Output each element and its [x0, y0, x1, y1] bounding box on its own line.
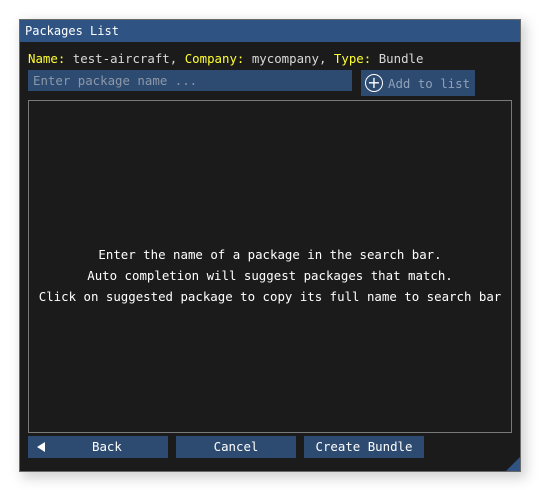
resize-grip[interactable]: [506, 457, 520, 471]
create-bundle-button[interactable]: Create Bundle: [304, 436, 424, 458]
type-value: Bundle: [378, 51, 424, 66]
package-search-input[interactable]: [28, 70, 352, 91]
add-to-list-label: Add to list: [388, 75, 471, 91]
add-to-list-button[interactable]: + Add to list: [361, 70, 475, 96]
window-titlebar[interactable]: Packages List: [20, 20, 520, 42]
triangle-left-icon: [37, 442, 45, 452]
package-info-line: Name: test-aircraft, Company: mycompany,…: [28, 51, 423, 66]
package-list-area[interactable]: Enter the name of a package in the searc…: [28, 100, 512, 433]
hint-line: Auto completion will suggest packages th…: [87, 268, 453, 283]
cancel-button[interactable]: Cancel: [176, 436, 296, 458]
name-value: test-aircraft,: [72, 51, 178, 66]
packages-list-window: Packages List Name: test-aircraft, Compa…: [19, 19, 521, 472]
company-label: Company:: [184, 51, 245, 66]
company-value: mycompany,: [251, 51, 327, 66]
name-label: Name:: [28, 51, 66, 66]
cancel-label: Cancel: [213, 439, 259, 454]
back-label: Back: [92, 439, 122, 454]
hint-line: Click on suggested package to copy its f…: [38, 289, 502, 304]
back-button[interactable]: Back: [28, 436, 168, 458]
hint-line: Enter the name of a package in the searc…: [98, 247, 442, 262]
type-label: Type:: [333, 51, 372, 66]
plus-circle-icon: +: [365, 74, 383, 92]
create-bundle-label: Create Bundle: [315, 439, 413, 454]
window-title: Packages List: [25, 24, 119, 38]
